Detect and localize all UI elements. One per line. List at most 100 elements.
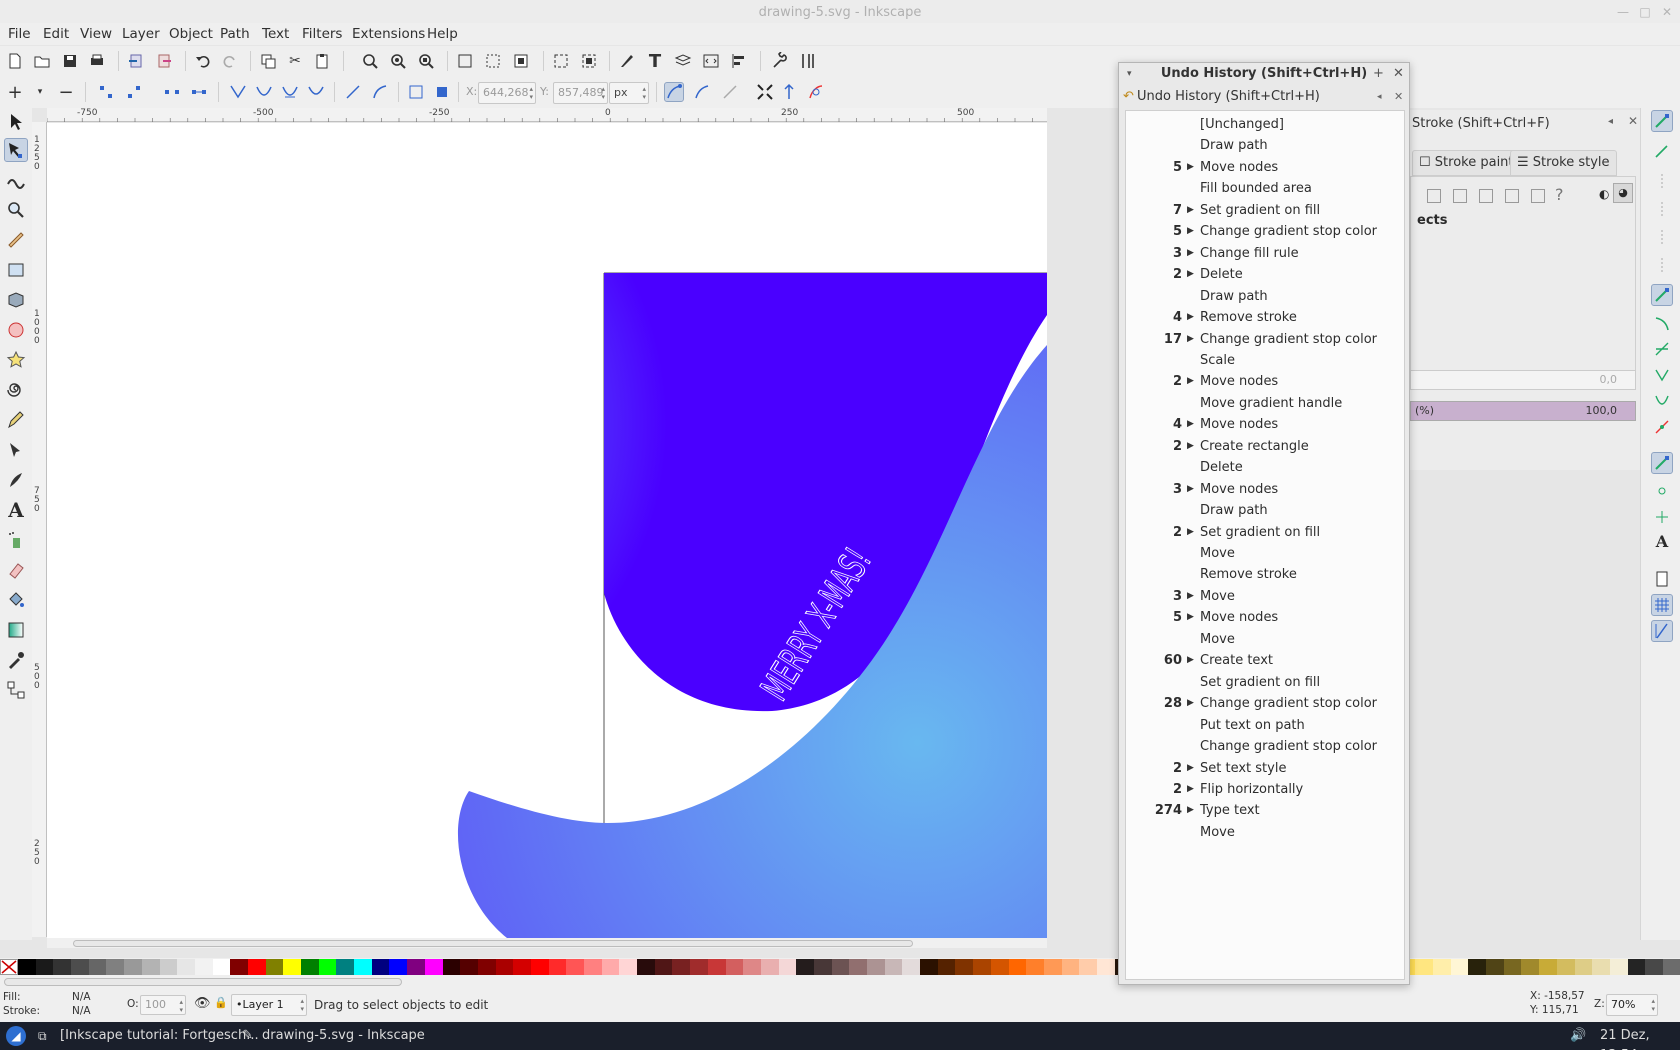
undo-history-row[interactable]: 5 ▶ Move nodes: [1126, 156, 1405, 179]
menu-object[interactable]: Object: [169, 26, 213, 42]
snap-rotation-center-icon[interactable]: [1651, 506, 1673, 528]
undo-history-row[interactable]: 2 ▶ Set text style: [1126, 757, 1405, 780]
color-swatch[interactable]: [1662, 959, 1680, 975]
color-swatch[interactable]: [937, 959, 956, 975]
delete-segment-icon[interactable]: [189, 82, 209, 102]
undo-history-list[interactable]: [Unchanged] Draw path 5 ▶ Move nodes Fill bou…: [1125, 110, 1405, 980]
undo-history-row[interactable]: Delete: [1126, 456, 1405, 479]
color-swatch[interactable]: [18, 959, 36, 975]
path-effect-icon[interactable]: [806, 82, 826, 102]
color-swatch[interactable]: [566, 959, 584, 975]
lower-icon[interactable]: [579, 51, 599, 71]
undo-dialog-titlebar[interactable]: ▾ Undo History (Shift+Ctrl+H) + ✕: [1119, 63, 1409, 85]
color-swatch[interactable]: [53, 959, 72, 975]
break-path-icon[interactable]: [124, 82, 144, 102]
color-swatch[interactable]: [424, 959, 443, 975]
linear-gradient-icon[interactable]: [1453, 189, 1467, 203]
start-menu-icon[interactable]: ◢: [6, 1026, 26, 1046]
color-swatch[interactable]: [513, 959, 531, 975]
color-swatch[interactable]: [884, 959, 903, 975]
zoom-field[interactable]: 70% ▴ ▾: [1606, 994, 1658, 1016]
open-folder-icon[interactable]: [32, 51, 52, 71]
color-swatch[interactable]: [548, 959, 567, 975]
snap-text-baseline-icon[interactable]: A: [1651, 530, 1673, 552]
radial-gradient-icon[interactable]: [1479, 189, 1493, 203]
color-swatch[interactable]: [1450, 959, 1469, 975]
segment-line-icon[interactable]: [343, 82, 363, 102]
color-swatch[interactable]: [477, 959, 496, 975]
expand-triangle-icon[interactable]: ▶: [1187, 585, 1194, 608]
object-to-path-icon[interactable]: [406, 82, 426, 102]
dialog-close-icon[interactable]: ✕: [1393, 63, 1404, 85]
show-handles-icon[interactable]: [692, 82, 712, 102]
undo-history-row[interactable]: 28 ▶ Change gradient stop color: [1126, 692, 1405, 715]
color-swatch[interactable]: [672, 959, 691, 975]
undo-history-row[interactable]: 3 ▶ Move: [1126, 585, 1405, 608]
node-cusp-icon[interactable]: [228, 82, 248, 102]
rectangle-tool-icon[interactable]: [4, 258, 28, 282]
undo-history-row[interactable]: 2 ▶ Move nodes: [1126, 370, 1405, 393]
menu-edit[interactable]: Edit: [43, 26, 69, 42]
print-icon[interactable]: [87, 51, 107, 71]
color-swatch[interactable]: [442, 959, 461, 975]
xml-icon[interactable]: [701, 51, 721, 71]
color-swatch[interactable]: [637, 959, 655, 975]
tab-stroke-style[interactable]: ☰ Stroke style: [1510, 150, 1617, 176]
undo-history-row[interactable]: 17 ▶ Change gradient stop color: [1126, 328, 1405, 351]
dialog-maximize-icon[interactable]: +: [1373, 63, 1384, 85]
selector-tool-icon[interactable]: [4, 110, 28, 134]
color-swatch[interactable]: [460, 959, 478, 975]
undo-history-row[interactable]: 4 ▶ Remove stroke: [1126, 306, 1405, 329]
opacity-slider[interactable]: (%) 100,0: [1410, 401, 1636, 421]
join-segment-icon[interactable]: [162, 82, 182, 102]
zoom-selection-icon[interactable]: [360, 51, 380, 71]
undo-history-row[interactable]: 4 ▶ Move nodes: [1126, 413, 1405, 436]
star-tool-icon[interactable]: [4, 348, 28, 372]
artwork[interactable]: MERRY X-MAS!: [47, 123, 1047, 938]
paste-icon[interactable]: [312, 51, 332, 71]
color-swatch[interactable]: [1609, 959, 1628, 975]
color-swatch[interactable]: [654, 959, 673, 975]
color-swatch[interactable]: [283, 959, 301, 975]
color-swatch[interactable]: [124, 959, 142, 975]
paint-bucket-tool-icon[interactable]: [4, 588, 28, 612]
undo-history-row[interactable]: Draw path: [1126, 285, 1405, 308]
color-swatch[interactable]: [141, 959, 160, 975]
color-swatch[interactable]: [707, 959, 726, 975]
color-swatch[interactable]: [990, 959, 1009, 975]
expand-triangle-icon[interactable]: ▶: [1187, 692, 1194, 715]
snap-others-icon[interactable]: [1651, 452, 1673, 474]
color-swatch[interactable]: [867, 959, 885, 975]
color-swatch[interactable]: [849, 959, 867, 975]
join-nodes-icon[interactable]: [96, 82, 116, 102]
color-swatch[interactable]: [1043, 959, 1062, 975]
node-auto-icon[interactable]: [306, 82, 326, 102]
menu-filters[interactable]: Filters: [302, 26, 342, 42]
color-swatch[interactable]: [301, 959, 319, 975]
x-coordinate-field[interactable]: 644,268 ▴ ▾: [478, 82, 536, 104]
tweak-tool-icon[interactable]: [4, 168, 28, 192]
color-swatch[interactable]: [973, 959, 991, 975]
snap-bbox-edge-icon[interactable]: [1651, 170, 1673, 192]
color-swatch[interactable]: [265, 959, 284, 975]
snap-centers-icon[interactable]: [1651, 480, 1673, 502]
color-swatch[interactable]: [88, 959, 107, 975]
palette-scrollbar[interactable]: [0, 976, 1680, 988]
color-swatch[interactable]: [1556, 959, 1575, 975]
color-swatch[interactable]: [495, 959, 514, 975]
snap-cusp-nodes-icon[interactable]: [1651, 364, 1673, 386]
undo-history-row[interactable]: 274 ▶ Type text: [1126, 799, 1405, 822]
horizontal-scrollbar[interactable]: [47, 938, 1047, 948]
y-coordinate-field[interactable]: 857,489 ▴ ▾: [553, 82, 608, 104]
gradient-tool-icon[interactable]: [4, 618, 28, 642]
document-properties-icon[interactable]: [798, 51, 818, 71]
expand-triangle-icon[interactable]: ▶: [1187, 757, 1194, 780]
vertical-ruler[interactable]: 1250 1000 750 500 250: [32, 122, 47, 937]
undo-history-row[interactable]: Draw path: [1126, 134, 1405, 157]
color-swatch[interactable]: [813, 959, 832, 975]
taskbar-item-inkscape[interactable]: drawing-5.svg - Inkscape: [262, 1026, 425, 1046]
clip-edit-icon[interactable]: [779, 82, 799, 102]
insert-node-icon[interactable]: +: [5, 82, 25, 103]
color-swatch[interactable]: [1433, 959, 1451, 975]
undo-history-row[interactable]: 2 ▶ Set gradient on fill: [1126, 521, 1405, 544]
